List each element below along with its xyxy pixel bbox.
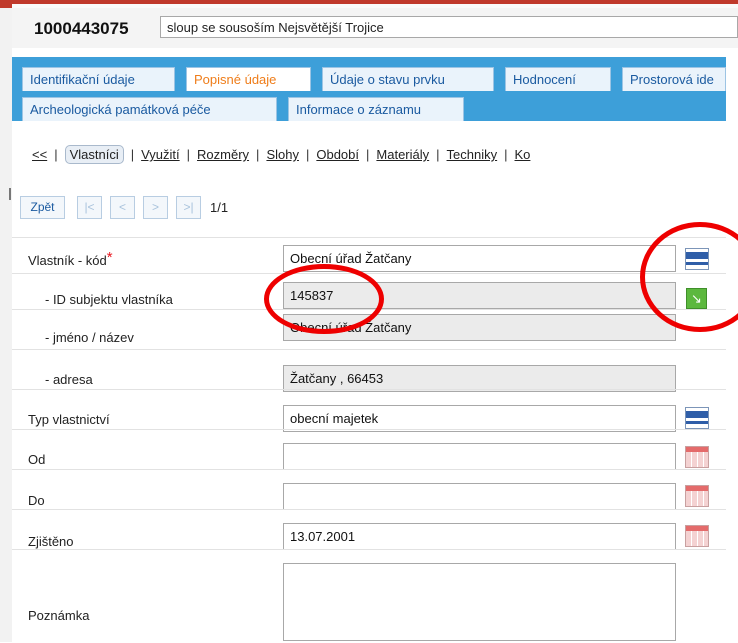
nav-link-more[interactable]: Ko	[515, 147, 531, 162]
owner-name-field: Obecní úřad Žatčany	[283, 314, 676, 341]
row-owner-address: - adresa Žatčany , 66453	[12, 349, 726, 392]
nav-link-rozmery[interactable]: Rozměry	[197, 147, 249, 162]
owner-code-field[interactable]: Obecní úřad Žatčany	[283, 245, 676, 272]
record-name-field: sloup se sousoším Nejsvětější Trojice	[160, 16, 738, 38]
row-found: Zjištěno 13.07.2001	[12, 509, 726, 550]
nav-current-vlastnici[interactable]: Vlastníci	[64, 145, 124, 164]
tab-bar: Identifikační údaje Popisné údaje Údaje …	[12, 57, 726, 121]
ownership-type-label: Typ vlastnictví	[28, 412, 110, 427]
calendar-icon[interactable]	[685, 525, 709, 547]
open-detail-icon[interactable]: ↘	[686, 288, 707, 309]
row-owner-code: Vlastník - kód* Obecní úřad Žatčany	[12, 237, 726, 274]
note-textarea[interactable]	[283, 563, 676, 641]
from-date-field[interactable]	[283, 443, 676, 470]
note-label: Poznámka	[28, 608, 90, 623]
found-label: Zjištěno	[28, 534, 74, 549]
resize-handle[interactable]	[9, 188, 11, 200]
first-page-button[interactable]: |<	[77, 196, 102, 219]
owner-address-field: Žatčany , 66453	[283, 365, 676, 392]
tab-informace-o-zaznamu[interactable]: Informace o záznamu	[288, 97, 464, 121]
row-owner-name: - jméno / název Obecní úřad Žatčany	[12, 309, 726, 350]
owner-id-field: 145837	[283, 282, 676, 309]
owner-name-label: - jméno / název	[45, 330, 134, 345]
nav-link-slohy[interactable]: Slohy	[266, 147, 299, 162]
window-top-border	[0, 0, 738, 8]
nav-link-obdobi[interactable]: Období	[316, 147, 359, 162]
tab-identifikacni-udaje[interactable]: Identifikační údaje	[22, 67, 175, 91]
tab-udaje-o-stavu-prvku[interactable]: Údaje o stavu prvku	[322, 67, 494, 91]
calendar-icon[interactable]	[685, 485, 709, 507]
list-picker-icon[interactable]	[685, 248, 709, 270]
list-picker-icon[interactable]	[685, 407, 709, 429]
row-to: Do	[12, 469, 726, 510]
back-button[interactable]: Zpět	[20, 196, 65, 219]
nav-link-materialy[interactable]: Materiály	[376, 147, 429, 162]
owner-id-label: - ID subjektu vlastníka	[45, 292, 173, 307]
last-page-button[interactable]: >|	[176, 196, 201, 219]
row-ownership-type: Typ vlastnictví obecní majetek	[12, 389, 726, 432]
required-marker: *	[106, 249, 113, 266]
tab-hodnoceni[interactable]: Hodnocení	[505, 67, 611, 91]
tab-archeologicka-pamatkova-pece[interactable]: Archeologická památková péče	[22, 97, 277, 121]
found-date-field[interactable]: 13.07.2001	[283, 523, 676, 550]
row-note: Poznámka	[12, 549, 726, 643]
to-label: Do	[28, 493, 45, 508]
tab-prostorova-identifikace[interactable]: Prostorová ide	[622, 67, 726, 91]
next-page-button[interactable]: >	[143, 196, 168, 219]
ownership-type-field[interactable]: obecní majetek	[283, 405, 676, 432]
nav-link-vyuziti[interactable]: Využití	[141, 147, 180, 162]
row-from: Od	[12, 429, 726, 470]
section-nav: << | Vlastníci | Využití | Rozměry | Slohy | Obdob…	[32, 145, 531, 164]
from-label: Od	[28, 452, 46, 467]
page-count: 1/1	[210, 200, 229, 215]
tab-popisne-udaje[interactable]: Popisné údaje	[186, 67, 311, 91]
prev-page-button[interactable]: <	[110, 196, 135, 219]
row-owner-id: - ID subjektu vlastníka 145837 ↘	[12, 273, 726, 310]
owner-address-label: - adresa	[45, 372, 93, 387]
owner-code-label: Vlastník - kód*	[28, 249, 113, 268]
nav-link-techniky[interactable]: Techniky	[447, 147, 498, 162]
calendar-icon[interactable]	[685, 446, 709, 468]
record-id: 1000443075	[34, 19, 129, 38]
to-date-field[interactable]	[283, 483, 676, 510]
nav-back-link[interactable]: <<	[32, 147, 47, 162]
